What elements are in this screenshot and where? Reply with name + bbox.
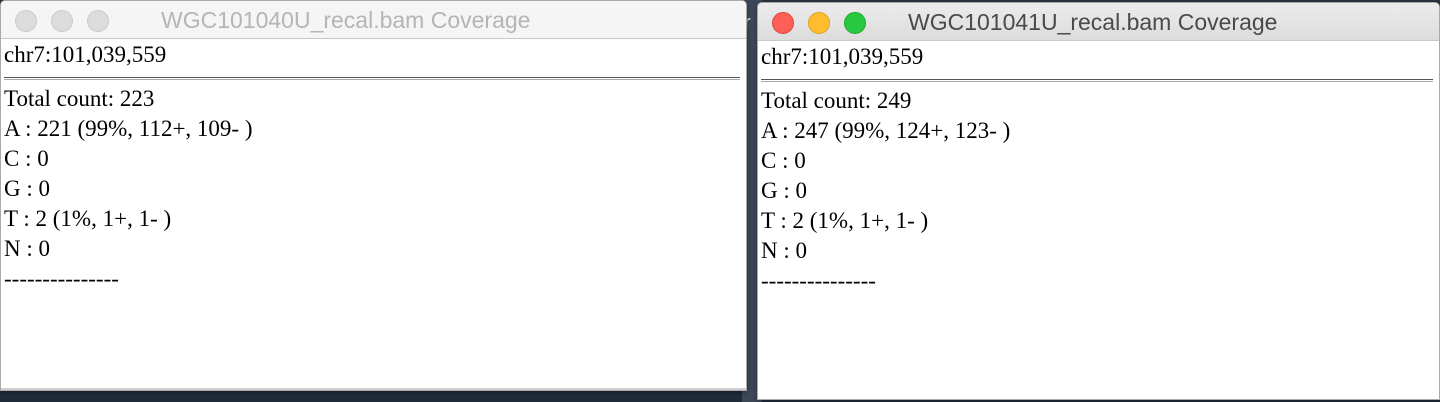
base-count-c: C : 0 bbox=[761, 148, 806, 173]
close-button[interactable] bbox=[15, 10, 37, 32]
window-titlebar[interactable]: WGC101041U_recal.bam Coverage bbox=[758, 3, 1439, 41]
divider bbox=[4, 77, 740, 80]
locus-text: chr7:101,039,559 bbox=[4, 42, 167, 67]
window-title: WGC101041U_recal.bam Coverage bbox=[908, 9, 1278, 35]
base-count-a: A : 247 (99%, 124+, 123- ) bbox=[761, 118, 1011, 143]
minimize-button[interactable] bbox=[51, 10, 73, 32]
window-bottom-edge bbox=[1, 388, 746, 390]
window-controls bbox=[772, 12, 866, 34]
coverage-content: chr7:101,039,559 Total count: 249 A : 24… bbox=[758, 41, 1439, 296]
window-controls bbox=[15, 10, 109, 32]
total-count: Total count: 223 bbox=[4, 86, 155, 111]
coverage-content: chr7:101,039,559 Total count: 223 A : 22… bbox=[1, 39, 746, 294]
base-count-a: A : 221 (99%, 112+, 109- ) bbox=[4, 116, 253, 141]
base-count-t: T : 2 (1%, 1+, 1- ) bbox=[4, 206, 172, 231]
base-count-n: N : 0 bbox=[4, 236, 50, 261]
separator-line: --------------- bbox=[4, 266, 119, 291]
coverage-window-2[interactable]: WGC101041U_recal.bam Coverage chr7:101,0… bbox=[757, 2, 1440, 400]
minimize-button[interactable] bbox=[808, 12, 830, 34]
separator-line: --------------- bbox=[761, 268, 876, 293]
base-count-t: T : 2 (1%, 1+, 1- ) bbox=[761, 208, 929, 233]
base-count-c: C : 0 bbox=[4, 146, 49, 171]
window-title: WGC101040U_recal.bam Coverage bbox=[161, 7, 531, 33]
coverage-window-1[interactable]: WGC101040U_recal.bam Coverage chr7:101,0… bbox=[0, 0, 747, 391]
locus-text: chr7:101,039,559 bbox=[761, 44, 924, 69]
total-count: Total count: 249 bbox=[761, 88, 912, 113]
window-titlebar[interactable]: WGC101040U_recal.bam Coverage bbox=[1, 1, 746, 39]
base-count-g: G : 0 bbox=[761, 178, 807, 203]
close-button[interactable] bbox=[772, 12, 794, 34]
base-count-n: N : 0 bbox=[761, 238, 807, 263]
zoom-button[interactable] bbox=[844, 12, 866, 34]
divider bbox=[761, 79, 1433, 82]
base-count-g: G : 0 bbox=[4, 176, 50, 201]
zoom-button[interactable] bbox=[87, 10, 109, 32]
